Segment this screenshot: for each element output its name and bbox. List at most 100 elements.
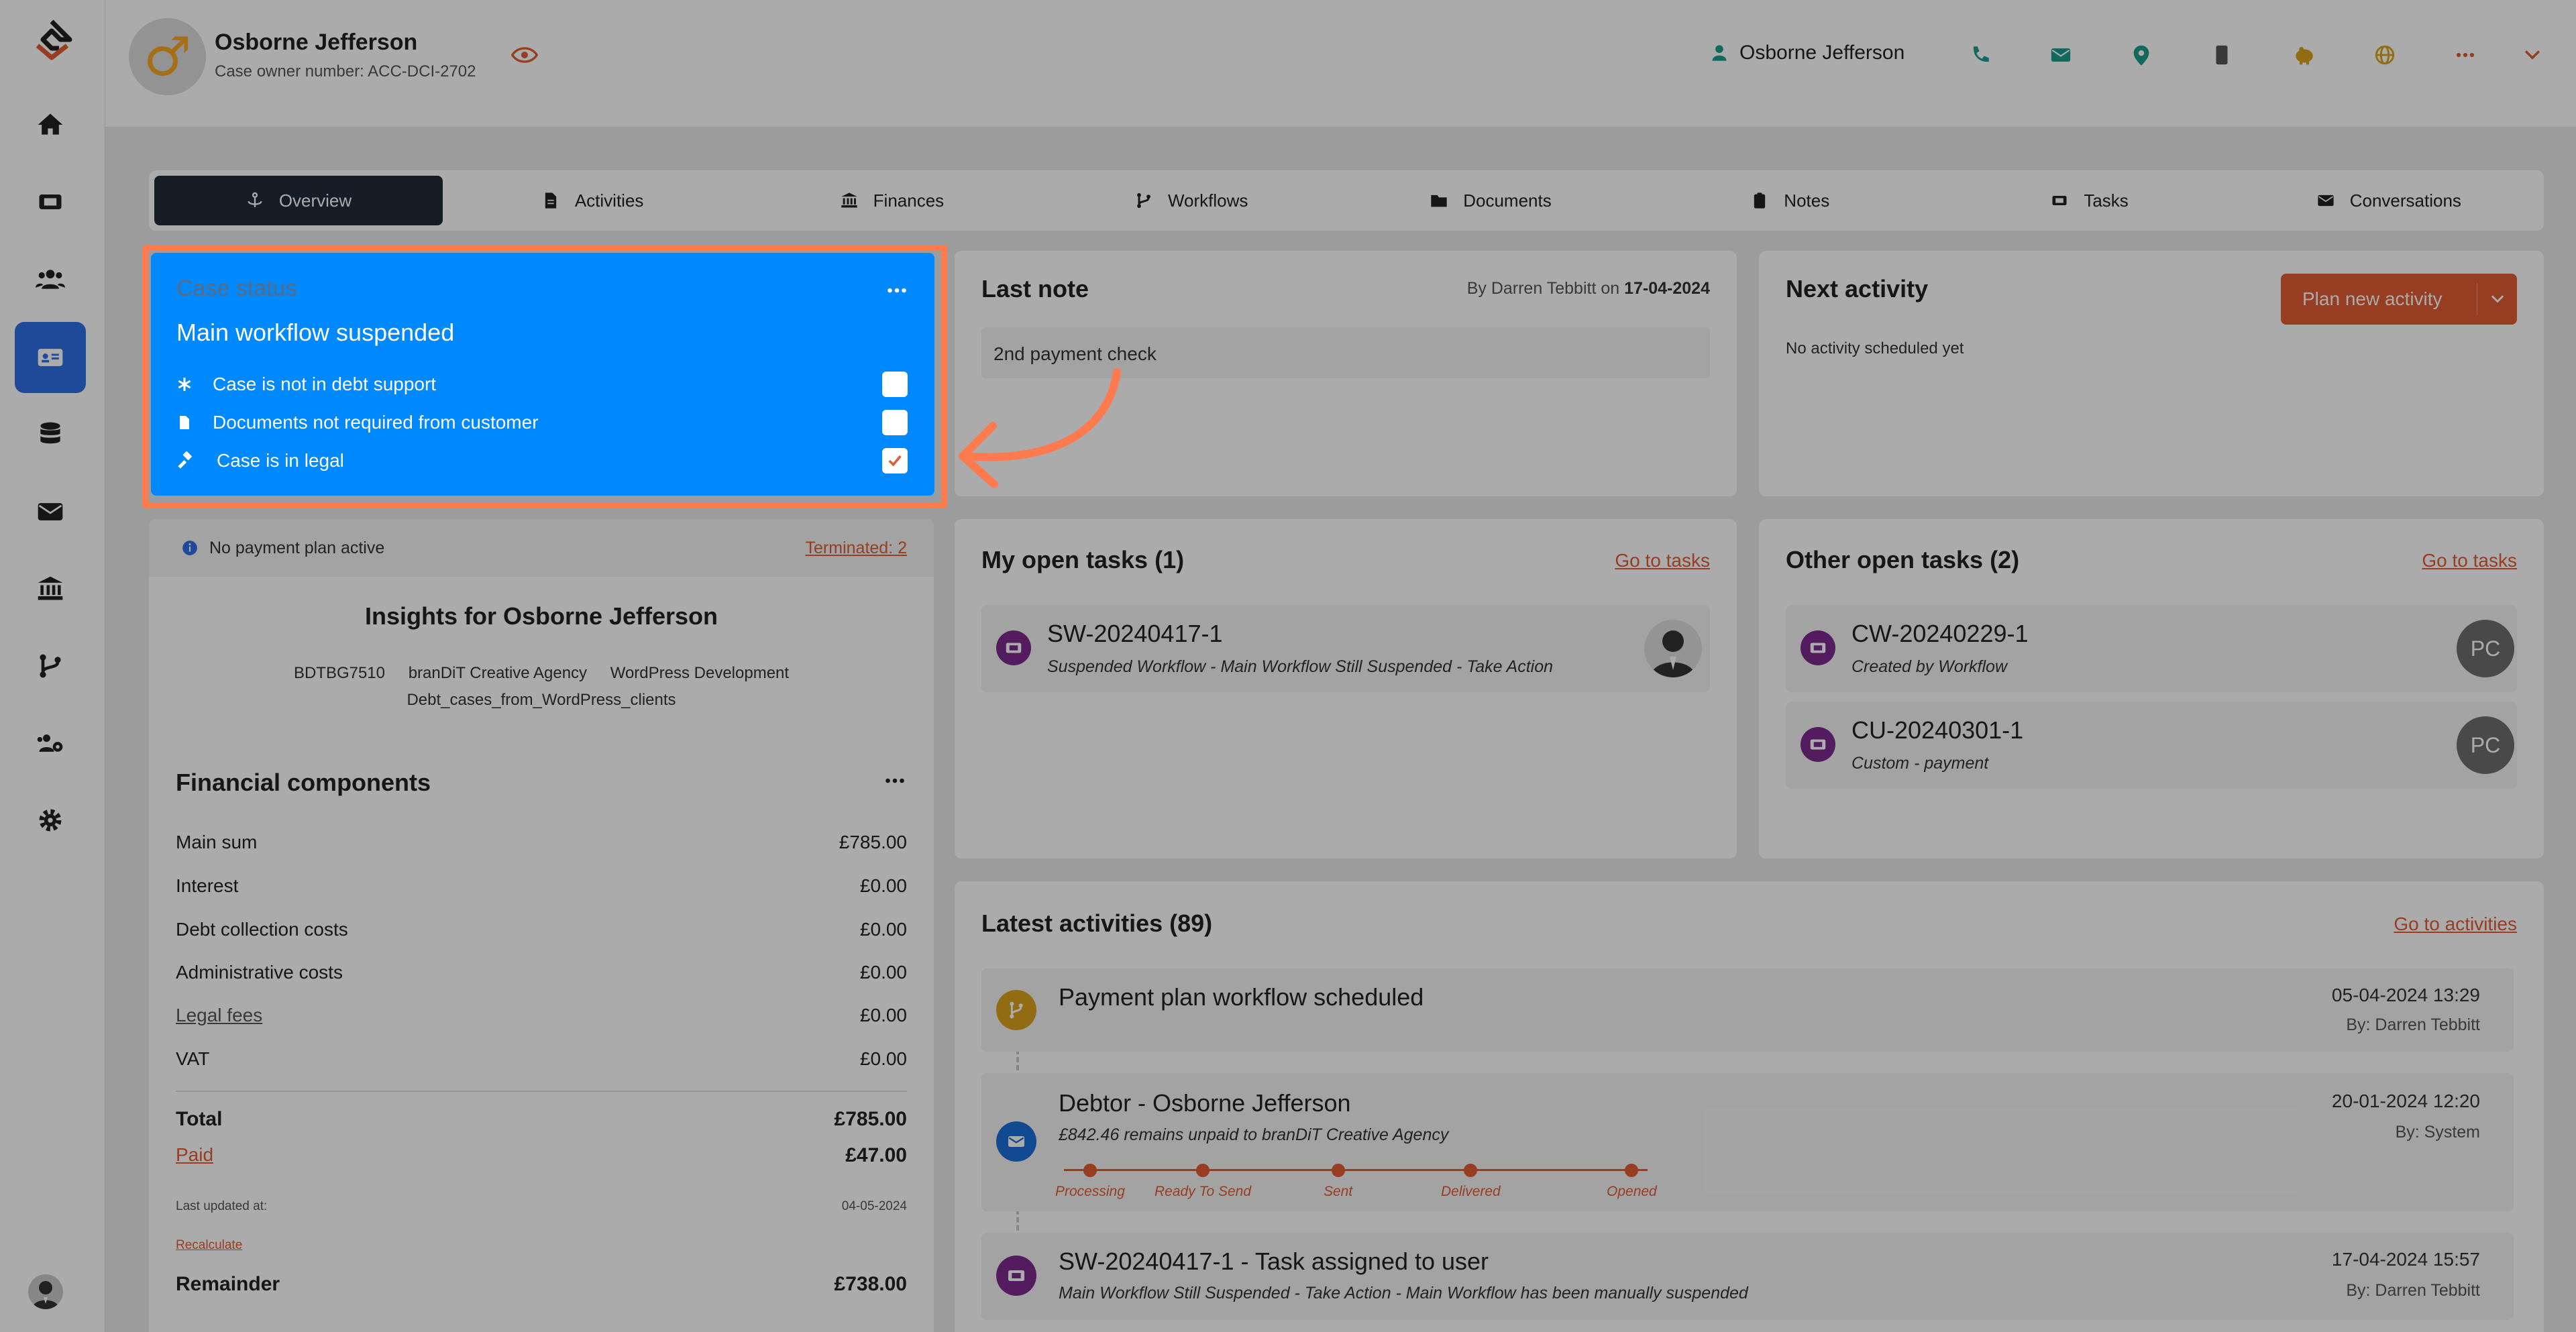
- tab-finances[interactable]: Finances: [742, 176, 1041, 225]
- remainder-label: Remainder: [176, 1273, 280, 1295]
- activity-item[interactable]: SW-20240417-1 - Task assigned to user Ma…: [981, 1233, 2514, 1320]
- piggy-bank-icon[interactable]: [2291, 42, 2318, 68]
- task-item[interactable]: SW-20240417-1 Suspended Workflow - Main …: [981, 605, 1710, 692]
- fin-value: £0.00: [859, 1005, 907, 1025]
- more-dots-icon[interactable]: [2452, 42, 2479, 68]
- activity-description: £842.46 remains unpaid to branDiT Creati…: [1059, 1125, 1449, 1144]
- nav-bank-icon[interactable]: [15, 553, 86, 624]
- app-logo[interactable]: [28, 19, 75, 60]
- nav-workflow-icon[interactable]: [15, 630, 86, 702]
- activity-description: Main Workflow Still Suspended - Take Act…: [1059, 1284, 1748, 1302]
- nav-tickets-icon[interactable]: [15, 166, 86, 237]
- tab-notes[interactable]: Notes: [1640, 176, 1939, 225]
- last-updated-value: 04-05-2024: [841, 1199, 907, 1213]
- nav-cases-icon[interactable]: [15, 322, 86, 393]
- chevron-down-icon[interactable]: [2519, 42, 2546, 68]
- branch-icon: [996, 990, 1036, 1030]
- globe-icon[interactable]: [2371, 42, 2398, 68]
- tab-overview[interactable]: Overview: [154, 176, 443, 225]
- task-description: Custom - payment: [1851, 754, 1989, 773]
- case-status-title: Case status: [176, 276, 297, 301]
- chevron-down-icon[interactable]: [2477, 283, 2517, 315]
- next-activity-card: Next activity Plan new activity No activ…: [1759, 251, 2544, 496]
- checkmark-icon: [888, 455, 902, 467]
- go-to-activities-link[interactable]: Go to activities: [2394, 913, 2517, 935]
- insights-title: Insights for Osborne Jefferson: [364, 602, 718, 630]
- other-open-tasks-title: Other open tasks (2): [1786, 546, 2020, 573]
- mobile-phone-icon[interactable]: [2208, 42, 2235, 68]
- tab-label: Tasks: [2084, 190, 2129, 211]
- fin-value: £0.00: [859, 919, 907, 940]
- legal-fees-link[interactable]: Legal fees: [176, 1005, 262, 1026]
- go-to-tasks-link[interactable]: Go to tasks: [1615, 550, 1710, 571]
- tab-conversations[interactable]: Conversations: [2239, 176, 2538, 225]
- task-item[interactable]: CW-20240229-1 Created by Workflow PC: [1786, 605, 2517, 692]
- fin-value: £0.00: [859, 962, 907, 983]
- envelope-icon[interactable]: [2047, 42, 2074, 68]
- next-activity-title: Next activity: [1786, 275, 1929, 302]
- ticket-icon: [996, 1256, 1036, 1296]
- fin-row-total: Total £785.00: [176, 1108, 907, 1131]
- nav-team-settings-icon[interactable]: [15, 708, 86, 779]
- ticket-icon: [2052, 196, 2067, 205]
- tab-workflows[interactable]: Workflows: [1042, 176, 1341, 225]
- activity-item[interactable]: Debtor - Osborne Jefferson £842.46 remai…: [981, 1073, 2514, 1211]
- nav-home-icon[interactable]: [15, 89, 86, 160]
- task-item[interactable]: CU-20240301-1 Custom - payment PC: [1786, 702, 2517, 789]
- last-note-date: 17-04-2024: [1624, 279, 1710, 298]
- nav-mail-icon[interactable]: [15, 476, 86, 547]
- step-processing: Processing: [1055, 1164, 1125, 1200]
- file-icon: [545, 192, 557, 209]
- recalculate-link[interactable]: Recalculate: [176, 1238, 242, 1253]
- nav-users-icon[interactable]: [15, 243, 86, 315]
- insights-tags: BDTBG7510 branDiT Creative Agency WordPr…: [283, 660, 800, 714]
- latest-activities-card: Latest activities (89) Go to activities …: [955, 881, 2544, 1332]
- phone-icon[interactable]: [1967, 42, 1994, 68]
- tab-activities[interactable]: Activities: [443, 176, 742, 225]
- payment-plan-bar: No payment plan active Terminated: 2: [149, 519, 934, 577]
- step-label: Delivered: [1441, 1184, 1501, 1199]
- location-pin-icon[interactable]: [2128, 42, 2155, 68]
- male-symbol-icon: ♂: [143, 25, 192, 88]
- envelope-icon: [996, 1121, 1036, 1162]
- header-user[interactable]: Osborne Jefferson: [1710, 42, 1904, 64]
- case-status-main: Main workflow suspended: [176, 319, 455, 346]
- nav-settings-gear-icon[interactable]: [15, 785, 86, 856]
- go-to-tasks-link[interactable]: Go to tasks: [2422, 550, 2517, 571]
- case-tabs: Overview Activities Finances Workflows D…: [149, 170, 2544, 231]
- fin-label: VAT: [176, 1048, 210, 1069]
- tab-documents[interactable]: Documents: [1341, 176, 1640, 225]
- terminated-link[interactable]: Terminated: 2: [806, 539, 907, 558]
- fin-row-last-updated: Last updated at: 04-05-2024: [176, 1199, 907, 1214]
- case-avatar: ♂: [129, 18, 206, 95]
- task-id: SW-20240417-1: [1047, 620, 1223, 647]
- tab-tasks[interactable]: Tasks: [1939, 176, 2239, 225]
- activity-item[interactable]: Payment plan workflow scheduled 05-04-20…: [981, 968, 2514, 1052]
- remainder-value: £738.00: [834, 1273, 907, 1295]
- user-avatar[interactable]: [28, 1274, 63, 1309]
- paid-link[interactable]: Paid: [176, 1144, 213, 1167]
- insight-tag: WordPress Development: [610, 664, 790, 682]
- fin-label: Interest: [176, 875, 239, 896]
- nav-database-icon[interactable]: [15, 399, 86, 470]
- fin-value: £0.00: [859, 875, 907, 896]
- activity-title: SW-20240417-1 - Task assigned to user: [1059, 1247, 1489, 1275]
- tab-label: Conversations: [2349, 190, 2461, 211]
- case-header: ♂ Osborne Jefferson Case owner number: A…: [105, 0, 2576, 127]
- more-dots-icon[interactable]: [885, 278, 909, 302]
- info-icon: [182, 541, 197, 555]
- debt-support-checkbox[interactable]: [882, 372, 908, 397]
- tab-label: Finances: [873, 190, 945, 211]
- more-dots-icon[interactable]: [883, 769, 907, 796]
- last-note-author: By Darren Tebbitt on: [1466, 279, 1620, 298]
- eye-icon[interactable]: [511, 42, 539, 68]
- activity-date: 20-01-2024 12:20: [2331, 1091, 2480, 1111]
- fin-row-admin-costs: Administrative costs £0.00: [176, 962, 907, 983]
- activity-date: 17-04-2024 15:57: [2331, 1249, 2480, 1270]
- folder-icon: [1431, 195, 1447, 207]
- legal-checkbox[interactable]: [882, 448, 908, 474]
- step-label: Sent: [1324, 1184, 1353, 1199]
- header-user-name: Osborne Jefferson: [1739, 42, 1905, 64]
- plan-new-activity-button[interactable]: Plan new activity: [2281, 274, 2517, 325]
- documents-checkbox[interactable]: [882, 410, 908, 435]
